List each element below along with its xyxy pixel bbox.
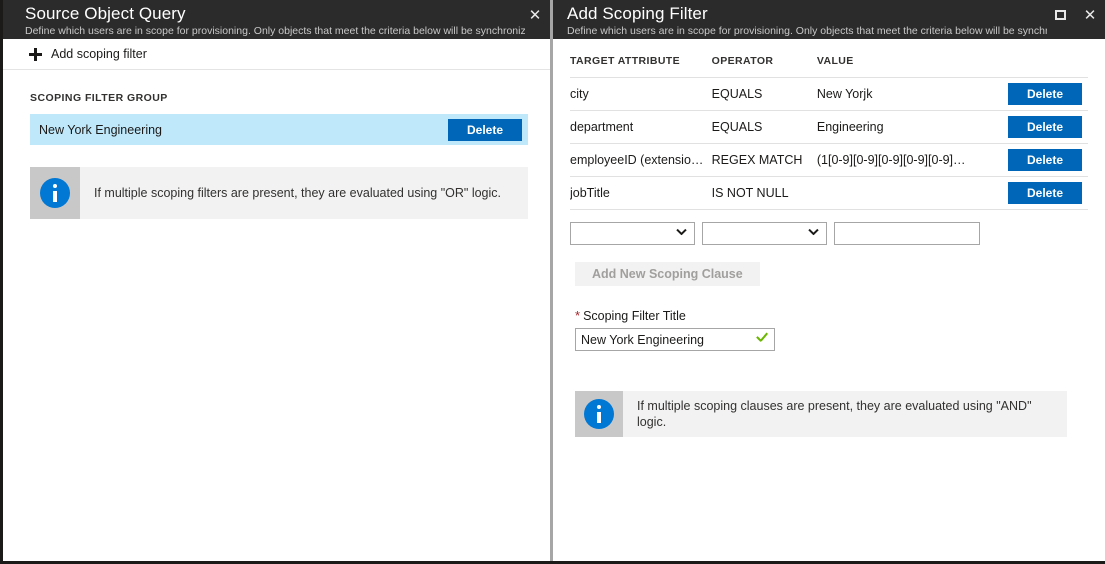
right-panel-subtitle: Define which users are in scope for prov… [567, 24, 1047, 38]
left-panel-title: Source Object Query [25, 4, 550, 24]
attribute-text: jobTitle [570, 186, 712, 200]
cell-operator: IS NOT NULL [712, 177, 817, 210]
attribute-select[interactable] [570, 222, 695, 245]
value-text: Engineering [817, 120, 977, 134]
delete-clause-button[interactable]: Delete [1008, 149, 1082, 171]
scoping-filter-title-field: *Scoping Filter Title [575, 308, 1088, 351]
cell-action: Delete [977, 78, 1088, 111]
info-icon [584, 399, 614, 429]
column-header-value: VALUE [817, 39, 977, 78]
info-icon-cell [30, 167, 80, 219]
chevron-down-icon [677, 228, 686, 237]
cell-operator: REGEX MATCH [712, 144, 817, 177]
cell-value: (1[0-9][0-9][0-9][0-9][0-9][0... [817, 144, 977, 177]
new-clause-cell [570, 210, 1088, 249]
left-panel-body: Add scoping filter SCOPING FILTER GROUP … [3, 39, 550, 564]
cell-attribute: city [570, 78, 712, 111]
table-body: city EQUALS New Yorjk Delete [570, 78, 1088, 249]
plus-icon [29, 48, 42, 61]
left-command-bar: Add scoping filter [3, 39, 550, 70]
cell-attribute: jobTitle [570, 177, 712, 210]
left-close-button[interactable]: ✕ [520, 0, 550, 30]
delete-clause-button[interactable]: Delete [1008, 116, 1082, 138]
right-restore-button[interactable] [1045, 0, 1075, 30]
info-text: If multiple scoping clauses are present,… [623, 391, 1067, 437]
right-panel-header: Add Scoping Filter Define which users ar… [553, 0, 1105, 39]
right-close-button[interactable]: ✕ [1075, 0, 1105, 30]
delete-clause-button[interactable]: Delete [1008, 182, 1082, 204]
cell-attribute: department [570, 111, 712, 144]
add-scoping-filter-panel: Add Scoping Filter Define which users ar… [553, 0, 1105, 564]
restore-icon [1055, 10, 1066, 20]
left-panel-header: Source Object Query Define which users a… [3, 0, 550, 39]
attribute-text: city [570, 87, 712, 101]
source-object-query-panel: Source Object Query Define which users a… [3, 0, 553, 564]
attribute-text: employeeID (extension... [570, 153, 712, 167]
close-icon: ✕ [529, 8, 542, 23]
list-item[interactable]: New York Engineering Delete [30, 114, 528, 145]
new-clause-row [570, 210, 1088, 249]
value-text: (1[0-9][0-9][0-9][0-9][0-9][0... [817, 153, 977, 167]
table-row: jobTitle IS NOT NULL Delete [570, 177, 1088, 210]
table-header: TARGET ATTRIBUTE OPERATOR VALUE [570, 39, 1088, 78]
cell-value: Engineering [817, 111, 977, 144]
add-scoping-filter-label: Add scoping filter [51, 47, 147, 61]
table-row: employeeID (extension... REGEX MATCH (1[… [570, 144, 1088, 177]
chevron-down-icon [809, 228, 818, 237]
or-logic-info-box: If multiple scoping filters are present,… [30, 167, 528, 219]
operator-select[interactable] [702, 222, 827, 245]
cell-operator: EQUALS [712, 111, 817, 144]
delete-clause-button[interactable]: Delete [1008, 83, 1082, 105]
left-panel-subtitle: Define which users are in scope for prov… [25, 24, 525, 38]
value-input[interactable] [834, 222, 980, 245]
right-panel-body: TARGET ATTRIBUTE OPERATOR VALUE city EQU… [553, 39, 1105, 564]
right-window-controls: ✕ [1045, 0, 1105, 30]
info-icon [40, 178, 70, 208]
cell-action: Delete [977, 111, 1088, 144]
table-row: city EQUALS New Yorjk Delete [570, 78, 1088, 111]
column-header-action [977, 39, 1088, 78]
scoping-clauses-table: TARGET ATTRIBUTE OPERATOR VALUE city EQU… [570, 39, 1088, 248]
close-icon: ✕ [1084, 8, 1097, 23]
scoping-filter-title-input-wrap [575, 328, 775, 351]
value-text: New Yorjk [817, 87, 977, 101]
scoping-filter-group-label: SCOPING FILTER GROUP [30, 92, 528, 104]
app-root: Source Object Query Define which users a… [0, 0, 1105, 564]
info-text: If multiple scoping filters are present,… [80, 167, 511, 219]
scoping-filter-title-input[interactable] [575, 328, 775, 351]
cell-operator: EQUALS [712, 78, 817, 111]
left-content: SCOPING FILTER GROUP New York Engineerin… [3, 92, 550, 219]
cell-action: Delete [977, 144, 1088, 177]
scoping-filter-title-label: *Scoping Filter Title [575, 308, 1088, 323]
info-icon-cell [575, 391, 623, 437]
field-label-text: Scoping Filter Title [583, 309, 686, 323]
left-window-controls: ✕ [520, 0, 550, 30]
delete-filter-button[interactable]: Delete [448, 119, 522, 141]
cell-value [817, 177, 977, 210]
add-scoping-filter-button[interactable]: Add scoping filter [29, 47, 147, 61]
cell-value: New Yorjk [817, 78, 977, 111]
and-logic-info-box: If multiple scoping clauses are present,… [575, 391, 1067, 437]
right-panel-title: Add Scoping Filter [567, 4, 1105, 24]
table-row: department EQUALS Engineering Delete [570, 111, 1088, 144]
add-new-scoping-clause-button[interactable]: Add New Scoping Clause [575, 262, 760, 286]
right-content: TARGET ATTRIBUTE OPERATOR VALUE city EQU… [553, 39, 1105, 437]
column-header-attribute: TARGET ATTRIBUTE [570, 39, 712, 78]
new-clause-inputs [570, 217, 1088, 245]
cell-attribute: employeeID (extension... [570, 144, 712, 177]
filter-name: New York Engineering [39, 123, 448, 137]
cell-action: Delete [977, 177, 1088, 210]
required-marker: * [575, 308, 580, 323]
attribute-text: department [570, 120, 712, 134]
table-header-row: TARGET ATTRIBUTE OPERATOR VALUE [570, 39, 1088, 78]
checkmark-icon [756, 332, 768, 344]
column-header-operator: OPERATOR [712, 39, 817, 78]
